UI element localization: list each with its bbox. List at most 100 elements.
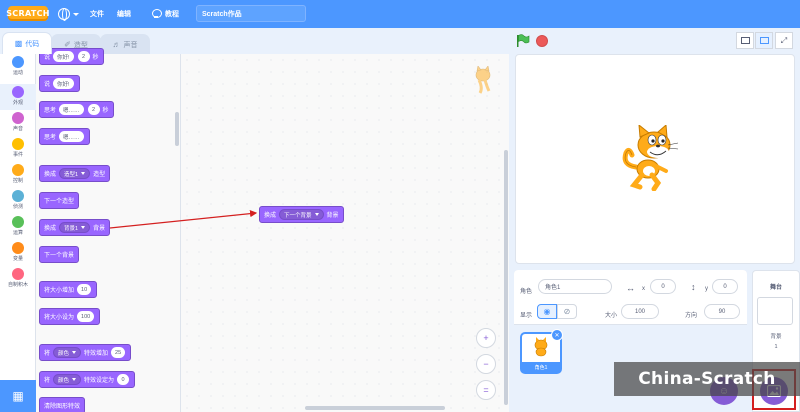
category-dot <box>12 216 24 228</box>
block-dropdown[interactable]: 颜色 <box>53 374 82 385</box>
delete-sprite-button[interactable]: ✕ <box>551 329 563 341</box>
sprite-tile-name: 角色1 <box>522 362 560 372</box>
zoom-out-icon: − <box>483 359 489 369</box>
edit-menu[interactable]: 编辑 <box>117 0 131 28</box>
block-change-effect[interactable]: 将 颜色 特效增加 25 <box>39 344 132 361</box>
fullscreen-button[interactable]: ⤢ <box>775 32 793 49</box>
block-label: 将大小增加 <box>44 288 75 294</box>
category-variables[interactable]: 变量 <box>0 240 36 266</box>
category-label: 运算 <box>12 230 23 236</box>
file-menu[interactable]: 文件 <box>90 0 104 28</box>
block-number-input[interactable]: 0 <box>117 374 130 385</box>
block-number-input[interactable]: 2 <box>87 104 100 115</box>
block-text-input[interactable]: 嗯…… <box>59 131 84 142</box>
y-input[interactable]: 0 <box>712 279 738 294</box>
category-dot <box>12 56 24 68</box>
eye-slash-icon: ⊘ <box>563 307 571 316</box>
language-menu[interactable] <box>58 0 79 28</box>
category-dot <box>12 190 24 202</box>
palette-scrollbar[interactable] <box>175 112 179 146</box>
script-block-switch-backdrop[interactable]: 换成 下一个背景 背景 <box>259 206 344 223</box>
block-set-effect[interactable]: 将 颜色 特效设定为 0 <box>39 371 136 388</box>
speaker-icon: ♬ <box>112 40 121 49</box>
tab-sounds-label: 声音 <box>123 41 138 49</box>
menu-bar: SCRATCH 文件 编辑 教程 Scratch作品 <box>0 0 800 28</box>
stop-button[interactable] <box>536 35 548 47</box>
globe-icon <box>58 8 70 21</box>
workspace-horizontal-scrollbar[interactable] <box>305 406 445 410</box>
size-input[interactable]: 100 <box>621 304 659 319</box>
block-text-input[interactable]: 你好! <box>53 78 74 89</box>
block-label: 背景 <box>93 226 106 232</box>
block-number-input[interactable]: 10 <box>77 284 92 295</box>
block-change-size[interactable]: 将大小增加 10 <box>39 281 98 298</box>
tutorials-button[interactable]: 教程 <box>152 0 179 28</box>
block-next-costume[interactable]: 下一个造型 <box>39 192 80 209</box>
scratch-logo[interactable]: SCRATCH <box>6 6 49 21</box>
y-label: y <box>705 286 708 292</box>
block-label: 换成 <box>264 213 277 219</box>
small-stage-button[interactable] <box>736 32 754 49</box>
category-my-blocks[interactable]: 自制积木 <box>0 266 36 292</box>
block-dropdown[interactable]: 造型1 <box>59 168 91 179</box>
block-dropdown[interactable]: 下一个背景 <box>279 209 324 220</box>
category-events[interactable]: 事件 <box>0 136 36 162</box>
show-hidden-button[interactable]: ⊘ <box>557 304 577 319</box>
category-dot <box>12 164 24 176</box>
category-looks[interactable]: 外观 <box>0 84 36 110</box>
block-text-input[interactable]: 你好! <box>53 51 74 62</box>
project-title-input[interactable]: Scratch作品 <box>196 5 306 22</box>
size-label: 大小 <box>605 313 618 319</box>
block-dropdown[interactable]: 颜色 <box>53 347 82 358</box>
block-text-input[interactable]: 嗯…… <box>59 104 84 115</box>
zoom-in-button[interactable]: + <box>476 328 496 348</box>
category-label: 变量 <box>12 256 23 262</box>
sprite-name-input[interactable]: 角色1 <box>538 279 612 294</box>
category-sensing[interactable]: 侦测 <box>0 188 36 214</box>
zoom-reset-button[interactable]: = <box>476 380 496 400</box>
direction-input[interactable]: 90 <box>704 304 740 319</box>
block-think[interactable]: 思考 嗯…… <box>39 128 90 145</box>
sprite-cat[interactable] <box>620 125 688 191</box>
green-flag-icon[interactable] <box>516 34 530 48</box>
large-stage-button[interactable] <box>755 32 773 49</box>
workspace-vertical-scrollbar[interactable] <box>504 150 508 405</box>
extension-icon: ▦ <box>12 389 24 403</box>
category-label: 声音 <box>12 126 23 132</box>
block-switch-backdrop[interactable]: 换成 背景1 背景 <box>39 219 111 236</box>
eye-icon: ◉ <box>543 307 551 316</box>
block-label: 秒 <box>92 55 99 61</box>
block-clear-effects[interactable]: 清除图形特效 <box>39 397 86 412</box>
block-label: 背景 <box>326 213 339 219</box>
block-number-input[interactable]: 25 <box>111 347 126 358</box>
category-label: 控制 <box>12 178 23 184</box>
category-motion[interactable]: 运动 <box>0 54 36 80</box>
category-sound[interactable]: 声音 <box>0 110 36 136</box>
category-dot <box>12 86 24 98</box>
category-label: 外观 <box>12 100 23 106</box>
category-menu: 运动 外观 声音 事件 控制 侦测 运算 变量 自制积木 <box>0 54 36 380</box>
block-say[interactable]: 说 你好! <box>39 75 80 92</box>
stage-thumbnail[interactable] <box>757 297 793 325</box>
sprite-watermark-icon <box>475 66 491 94</box>
direction-label: 方向 <box>685 313 698 319</box>
zoom-reset-icon: = <box>483 385 489 395</box>
block-switch-costume[interactable]: 换成 造型1 造型 <box>39 165 111 182</box>
block-think-for-secs[interactable]: 思考 嗯…… 2 秒 <box>39 101 114 118</box>
block-number-input[interactable]: 2 <box>77 51 90 62</box>
show-visible-button[interactable]: ◉ <box>537 304 557 319</box>
tab-sounds[interactable]: ♬ 声音 <box>100 34 150 54</box>
category-label: 事件 <box>12 152 23 158</box>
block-next-backdrop[interactable]: 下一个背景 <box>39 246 80 263</box>
block-dropdown[interactable]: 背景1 <box>59 222 91 233</box>
category-operators[interactable]: 运算 <box>0 214 36 240</box>
add-extension-button[interactable]: ▦ <box>0 380 36 412</box>
block-set-size[interactable]: 将大小设为 100 <box>39 308 101 325</box>
block-number-input[interactable]: 100 <box>77 311 95 322</box>
tab-code[interactable]: ▩ 代码 <box>2 32 52 54</box>
x-input[interactable]: 0 <box>650 279 676 294</box>
script-workspace[interactable] <box>181 54 509 412</box>
block-label: 下一个造型 <box>44 199 75 205</box>
category-control[interactable]: 控制 <box>0 162 36 188</box>
zoom-out-button[interactable]: − <box>476 354 496 374</box>
